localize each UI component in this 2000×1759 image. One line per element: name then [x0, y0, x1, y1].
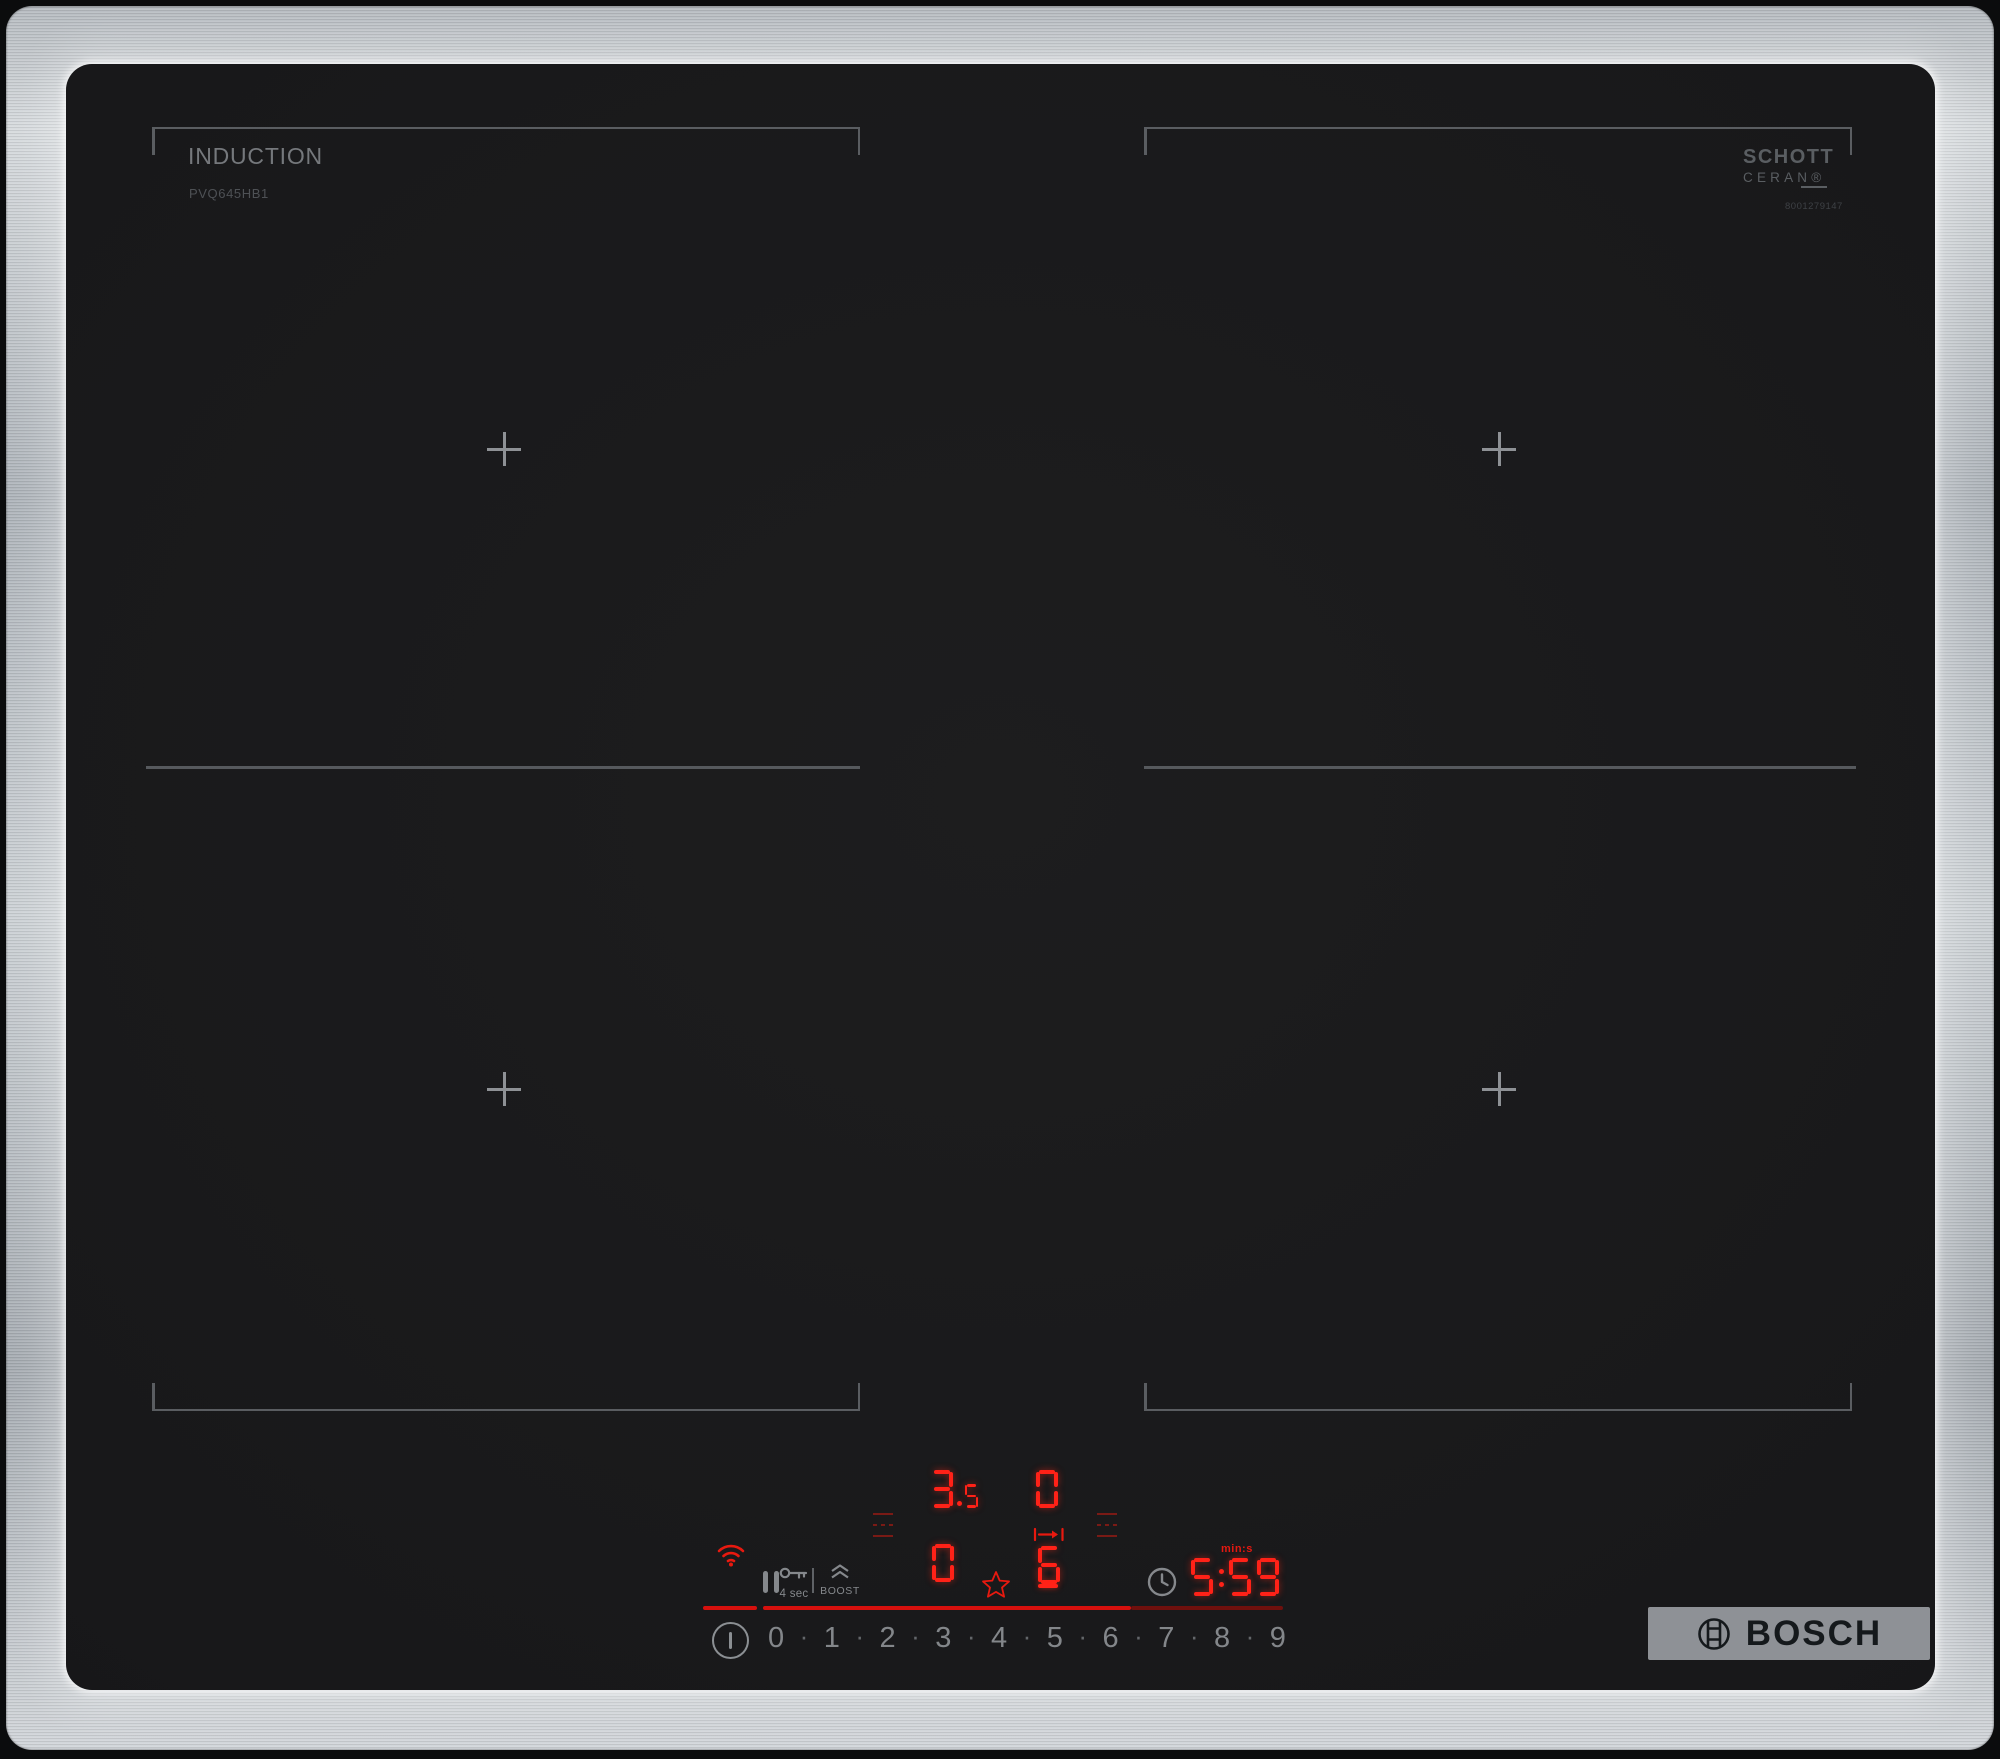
zone-marking-rear-right [1144, 127, 1852, 157]
zone-divider-right [1144, 766, 1856, 769]
zone-divider-left [146, 766, 860, 769]
power-level-5[interactable]: 5 [1047, 1622, 1063, 1655]
level-separator-dot: · [1022, 1621, 1032, 1651]
level-separator-dot: · [1245, 1621, 1255, 1651]
key-icon [779, 1567, 808, 1579]
model-number: PVQ645HB1 [189, 186, 269, 201]
zone-indicator-right-icon [1095, 1511, 1119, 1539]
slider-line-active[interactable] [763, 1606, 1131, 1610]
boost-control[interactable]: BOOST [820, 1564, 860, 1597]
wifi-icon[interactable] [716, 1542, 746, 1568]
zone-center-cross-front-left [487, 1072, 521, 1106]
pause-icon[interactable] [763, 1571, 779, 1593]
display-rear-left-power[interactable] [928, 1470, 980, 1508]
power-level-0[interactable]: 0 [768, 1622, 784, 1655]
bosch-wordmark: BOSCH [1745, 1613, 1883, 1653]
level-separator-dot: · [855, 1621, 865, 1651]
star-icon[interactable] [981, 1570, 1011, 1599]
boost-label: BOOST [820, 1585, 860, 1597]
power-icon[interactable] [712, 1622, 749, 1659]
ceran-wordmark: CERAN® [1743, 170, 1826, 185]
slider-line-inactive[interactable] [1131, 1606, 1283, 1610]
power-level-scale[interactable]: 0 · 1 · 2 · 3 · 4 · 5 · 6 · 7 · 8 · 9 [768, 1621, 1286, 1655]
key-lock-control[interactable]: 4 sec [779, 1565, 809, 1600]
bosch-armature-icon [1697, 1617, 1730, 1650]
level-separator-dot: · [1134, 1621, 1143, 1651]
induction-hob: INDUCTION PVQ645HB1 SCHOTT CERAN® 800127… [0, 0, 2000, 1759]
zone-center-cross-front-right [1482, 1072, 1516, 1106]
level-separator-dot: · [1078, 1621, 1088, 1651]
power-level-1[interactable]: 1 [824, 1622, 840, 1655]
zone-indicator-left-icon [871, 1511, 895, 1539]
power-level-7[interactable]: 7 [1158, 1622, 1174, 1655]
zone-center-cross-rear-left [487, 432, 521, 466]
display-front-left-power[interactable] [929, 1544, 957, 1582]
zone-marking-front-right [1144, 1381, 1852, 1411]
zone-center-cross-rear-right [1482, 432, 1516, 466]
power-level-8[interactable]: 8 [1214, 1622, 1230, 1655]
level-separator-dot: · [911, 1621, 920, 1651]
move-zone-icon [1033, 1527, 1064, 1542]
display-timer[interactable] [1188, 1558, 1282, 1596]
display-front-right-power[interactable] [1035, 1546, 1063, 1584]
chevron-up-double-icon [831, 1564, 849, 1579]
control-divider [812, 1568, 814, 1593]
zone-marking-front-left [152, 1381, 860, 1411]
power-level-4[interactable]: 4 [991, 1622, 1007, 1655]
display-rear-right-power[interactable] [1033, 1470, 1061, 1508]
power-level-3[interactable]: 3 [935, 1622, 951, 1655]
glass-serial-number: 8001279147 [1785, 200, 1843, 212]
level-separator-dot: · [966, 1621, 976, 1651]
power-level-9[interactable]: 9 [1270, 1622, 1286, 1655]
zone-marking-rear-left [152, 127, 860, 157]
ceramic-glass-surface: INDUCTION PVQ645HB1 SCHOTT CERAN® 800127… [66, 64, 1935, 1690]
ceran-underline [1801, 186, 1827, 188]
timer-unit-label: min:s [1221, 1543, 1253, 1555]
power-level-2[interactable]: 2 [880, 1622, 896, 1655]
level-separator-dot: · [1189, 1621, 1199, 1651]
power-level-6[interactable]: 6 [1103, 1622, 1119, 1655]
bosch-badge: BOSCH [1648, 1607, 1930, 1660]
slider-line-segment-left [703, 1606, 757, 1610]
clock-icon[interactable] [1146, 1566, 1178, 1598]
key-lock-label: 4 sec [779, 1588, 809, 1600]
selected-zone-underline [1038, 1584, 1058, 1588]
level-separator-dot: · [799, 1621, 809, 1651]
